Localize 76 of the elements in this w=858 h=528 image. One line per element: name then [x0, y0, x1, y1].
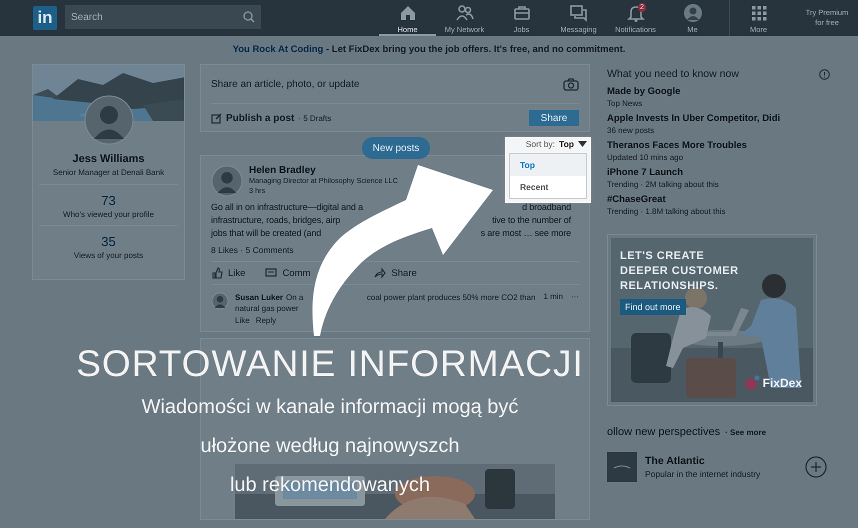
- news-meta: Trending · 1.8M talking about this: [607, 207, 726, 216]
- publish-link[interactable]: Publish a post: [226, 112, 294, 124]
- comment-text: On a: [286, 292, 304, 303]
- like-icon: [211, 267, 223, 279]
- stat-label: Who's viewed your profile: [62, 210, 155, 219]
- avatar: [84, 95, 134, 145]
- post-action[interactable]: Share: [374, 267, 417, 279]
- news-meta: Trending · 2M talking about this: [607, 180, 720, 189]
- news-title[interactable]: #ChaseGreat: [607, 194, 830, 205]
- comment-action[interactable]: Like: [235, 316, 250, 325]
- news-title[interactable]: Theranos Faces More Troubles: [607, 140, 830, 151]
- new-posts-button[interactable]: New posts: [362, 137, 430, 159]
- share-button[interactable]: Share: [529, 110, 579, 126]
- people-icon: [454, 2, 474, 22]
- more-button[interactable]: ···: [571, 292, 579, 303]
- news-title[interactable]: Made by Google: [607, 86, 830, 97]
- stat-value[interactable]: 73: [39, 193, 178, 208]
- news-meta: 36 new posts: [607, 126, 656, 135]
- edit-icon[interactable]: [211, 112, 222, 124]
- post-action[interactable]: Comm: [265, 267, 310, 279]
- stat-value[interactable]: 35: [39, 234, 178, 249]
- drafts-count[interactable]: · 5 Drafts: [298, 114, 332, 122]
- profile-headline: Senior Manager at Denali Bank: [52, 168, 166, 177]
- chat-icon: [568, 2, 588, 22]
- ad-headline: LET'S CREATE DEEPER CUSTOMER RELATIONSHIPS.: [620, 249, 740, 294]
- post-action[interactable]: Like: [211, 267, 246, 279]
- caption-text: ułożone według najnowyszch: [200, 434, 460, 459]
- caption-text: Wiadomości w kanale informacji mogą być: [142, 395, 518, 420]
- logo-icon: [607, 452, 637, 482]
- comment-icon: [265, 267, 278, 279]
- search-icon[interactable]: [243, 11, 255, 23]
- profile-name: Jess Williams: [71, 153, 146, 165]
- comment-text: coal power plant produces 50% more CO2 than: [366, 292, 536, 303]
- share-icon: [374, 267, 386, 279]
- news-meta: Top News: [607, 99, 644, 108]
- ad-banner[interactable]: LET'S CREATE DEEPER CUSTOMER RELATIONSHIPS. Find out more FixDex: [607, 234, 817, 406]
- comment-action[interactable]: Reply: [256, 316, 276, 325]
- avatar-icon: [682, 2, 702, 22]
- camera-icon[interactable]: [563, 78, 579, 90]
- promo-text: You Rock At Coding - Let FixDex bring you the job offers. It's free, and no commitment.: [232, 44, 626, 54]
- share-field[interactable]: Share an article, photo, or update: [211, 78, 511, 90]
- commenter-avatar: [211, 292, 229, 310]
- stat-label: Views of your posts: [72, 251, 144, 260]
- commenter-name[interactable]: Susan Luker: [235, 292, 284, 303]
- post-text: infrastructure, roads, bridges, airp: [211, 214, 340, 227]
- brand-logo-icon: [744, 375, 760, 391]
- logo[interactable]: in: [33, 6, 57, 30]
- author-name[interactable]: Helen Bradley: [249, 165, 398, 176]
- add-icon[interactable]: [805, 456, 827, 478]
- post-text: s are most … see more: [480, 227, 571, 240]
- sort-option[interactable]: Top: [510, 154, 586, 176]
- caret-icon: [578, 141, 587, 147]
- sort-dropdown[interactable]: Sort by: Top: [505, 137, 591, 151]
- caption-text: lub rekomendowanych: [230, 473, 430, 498]
- comment-time: 1 min: [543, 292, 563, 303]
- news-meta: Updated 10 mins ago: [607, 153, 684, 162]
- sort-option[interactable]: Recent: [510, 176, 586, 198]
- find-out-more-button[interactable]: Find out more: [620, 299, 686, 315]
- search-field[interactable]: Search: [65, 5, 261, 29]
- author-avatar: [211, 165, 243, 197]
- follow-description: Popular in the internet industry: [645, 469, 760, 479]
- see-more-link[interactable]: · See more: [725, 428, 766, 437]
- brand-name: FixDex: [762, 376, 802, 390]
- post-text: tive to the number of: [492, 214, 571, 227]
- news-title[interactable]: Apple Invests In Uber Competitor, Didi: [607, 113, 830, 124]
- post-text: d broadband: [522, 201, 571, 214]
- comment-text: natural gas power: [235, 303, 299, 314]
- section-heading: What you need to know now: [607, 68, 739, 80]
- promo-link[interactable]: You Rock At Coding: [232, 44, 324, 54]
- news-title[interactable]: iPhone 7 Launch: [607, 167, 830, 178]
- caption-title: SORTOWANIE INFORMACJI: [76, 342, 584, 386]
- section-heading: ollow new perspectives: [607, 426, 720, 438]
- follow-name[interactable]: The Atlantic: [645, 455, 760, 467]
- post-text: jobs that will be created (and: [211, 227, 322, 240]
- post-text: Go all in on infrastructure—digital and a: [211, 201, 363, 214]
- info-icon[interactable]: [819, 68, 830, 80]
